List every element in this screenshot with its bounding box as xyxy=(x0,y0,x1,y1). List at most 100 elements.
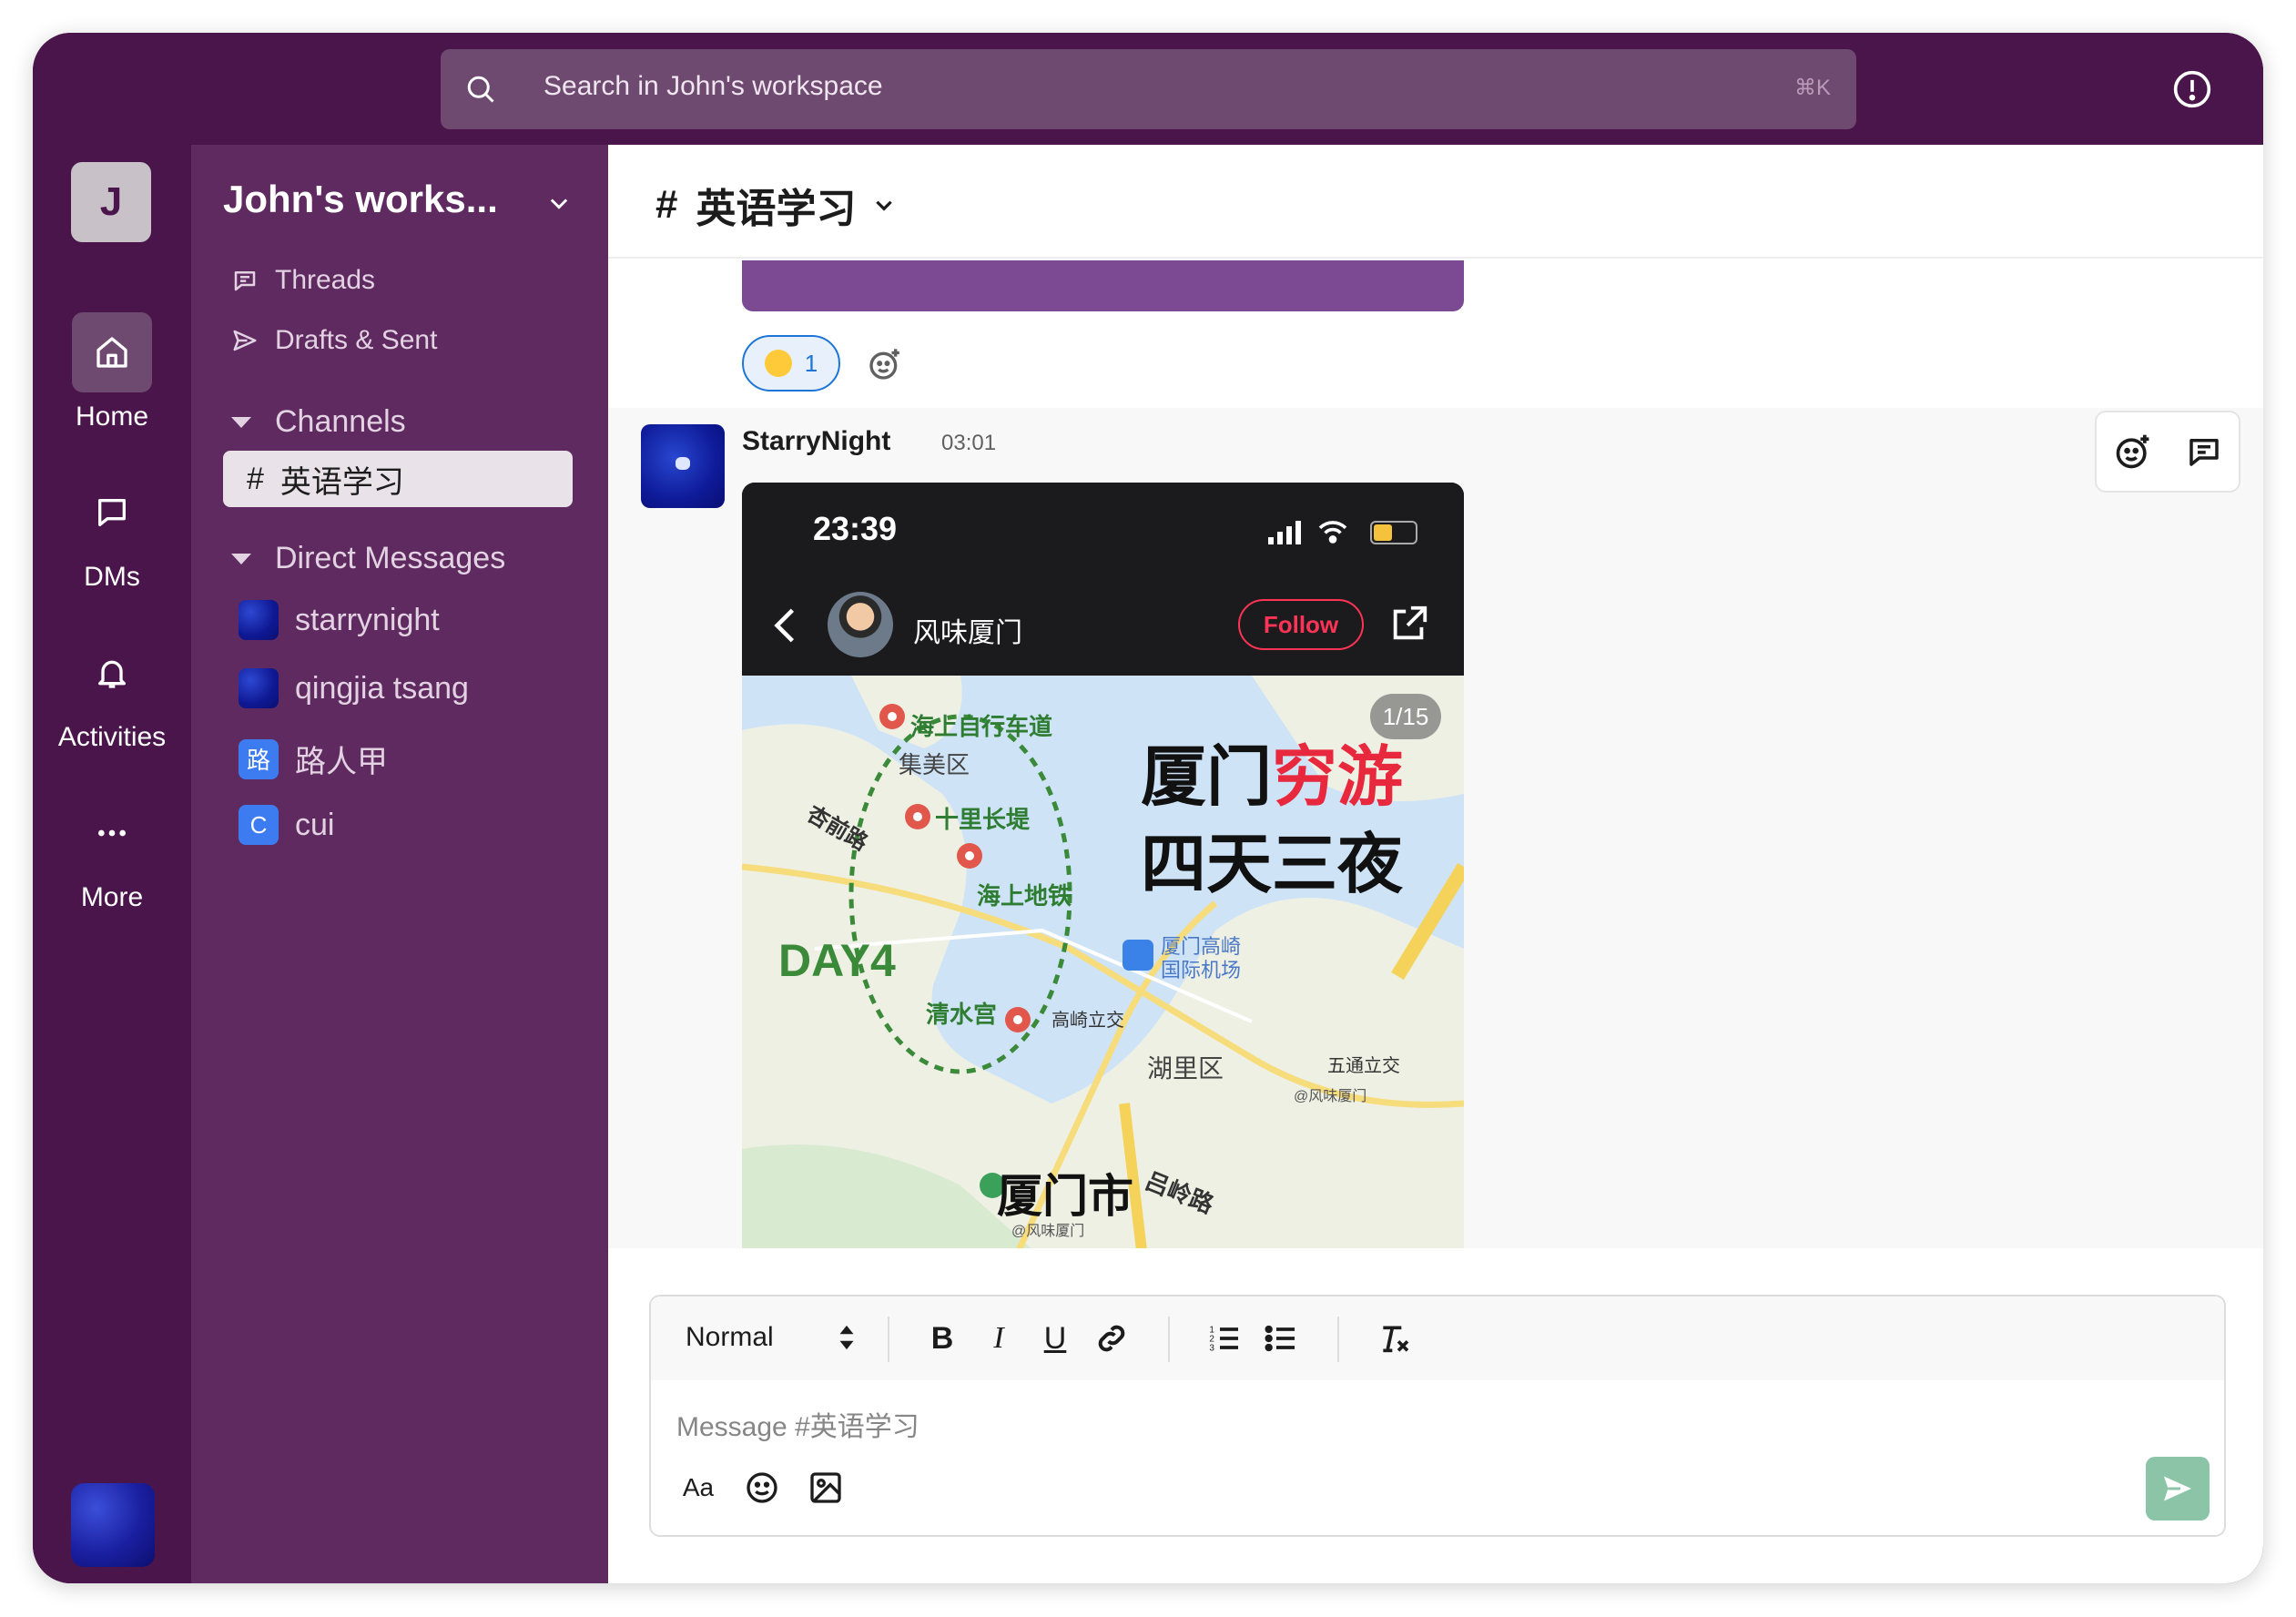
phone-nav-bar: 风味厦门 Follow xyxy=(742,574,1464,676)
reaction-pill[interactable]: 1 xyxy=(742,335,840,392)
underline-button[interactable]: U xyxy=(1037,1320,1073,1357)
user-avatar[interactable] xyxy=(71,1483,155,1567)
dm-item-qingjia[interactable]: qingjia tsang xyxy=(239,668,469,708)
rail-more[interactable]: More xyxy=(33,793,191,913)
dm-avatar: C xyxy=(239,805,279,845)
dm-name: 路人甲 xyxy=(295,745,388,779)
threads-icon xyxy=(234,271,256,291)
svg-text:3: 3 xyxy=(1209,1343,1214,1353)
dm-avatar xyxy=(239,600,279,640)
caret-down-icon xyxy=(231,416,251,428)
sidebar-channel-english[interactable]: # 英语学习 xyxy=(223,451,573,507)
ordered-list-icon[interactable]: 123 xyxy=(1206,1320,1243,1357)
dm-name: qingjia tsang xyxy=(295,670,469,706)
search-shortcut: ⌘K xyxy=(1793,76,1831,100)
back-arrow-icon xyxy=(774,608,795,643)
send-button[interactable] xyxy=(2146,1457,2210,1520)
help-icon[interactable] xyxy=(2172,69,2212,109)
link-icon[interactable] xyxy=(1093,1320,1130,1357)
channel-hash: # xyxy=(655,182,678,227)
drafts-label: Drafts & Sent xyxy=(275,325,438,355)
clear-format-icon[interactable] xyxy=(1376,1320,1412,1357)
wifi-icon xyxy=(1318,521,1347,544)
map-watermark: @风味厦门 xyxy=(1011,1224,1085,1239)
dm-name: cui xyxy=(295,807,335,842)
reply-thread-icon[interactable] xyxy=(2185,432,2223,471)
phone-status-bar: 23:39 xyxy=(742,483,1464,574)
map-label: 海上自行车道 xyxy=(910,713,1053,740)
map-image: 1/15 厦门穷游 四天三夜 DAY4 海上自行车道 集美区 杏前路 十里长堤 … xyxy=(742,676,1464,1248)
rail-home[interactable]: Home xyxy=(33,312,191,432)
map-label: 海上地铁 xyxy=(977,882,1072,910)
author-avatar[interactable] xyxy=(641,424,725,508)
send-icon xyxy=(233,330,257,351)
bullet-list-icon[interactable] xyxy=(1263,1320,1299,1357)
message-list: 1 StarryNight 03:01 23:39 风味厦门 Follow 1/… xyxy=(608,260,2263,1248)
share-icon xyxy=(1393,605,1427,640)
select-arrows-icon[interactable] xyxy=(838,1324,856,1351)
dm-name: starrynight xyxy=(295,602,440,637)
dm-item-lurenjia[interactable]: 路 路人甲 xyxy=(239,737,388,781)
workspace-badge[interactable]: J xyxy=(71,162,151,242)
dm-item-starrynight[interactable]: starrynight xyxy=(239,600,440,640)
chevron-down-icon[interactable] xyxy=(546,190,572,216)
dms-icon-box xyxy=(72,473,152,553)
reaction-count: 1 xyxy=(804,349,818,377)
sidebar: John's works... Threads Drafts & Sent Ch… xyxy=(191,145,608,1583)
rail-dms-label: DMs xyxy=(84,562,140,592)
heart-face-emoji-icon xyxy=(764,350,792,377)
search-bar[interactable]: Search in John's workspace ⌘K xyxy=(441,49,1856,129)
image-upload-icon[interactable] xyxy=(808,1470,844,1506)
message-row[interactable]: StarryNight 03:01 23:39 风味厦门 Follow 1/15… xyxy=(608,408,2263,1248)
app-window: Search in John's workspace ⌘K J Home DMs… xyxy=(33,33,2263,1583)
home-icon xyxy=(97,337,127,368)
channel-header: # 英语学习 xyxy=(608,145,2263,259)
send-icon xyxy=(2164,1476,2191,1501)
dm-avatar: 路 xyxy=(239,738,279,779)
map-label: 国际机场 xyxy=(1161,959,1242,981)
bold-button[interactable]: B xyxy=(924,1320,960,1357)
channel-title-text: 英语学习 xyxy=(696,187,857,231)
map-label: 高崎立交 xyxy=(1051,1011,1124,1031)
italic-button[interactable]: I xyxy=(980,1320,1017,1357)
activities-icon-box xyxy=(72,633,152,713)
rail-activities[interactable]: Activities xyxy=(33,633,191,753)
message-input[interactable]: Message #英语学习 xyxy=(676,1404,919,1444)
threads-label: Threads xyxy=(275,265,376,295)
add-reaction-icon[interactable] xyxy=(2113,432,2153,472)
bell-icon xyxy=(98,660,126,688)
map-day-label: DAY4 xyxy=(778,935,896,986)
map-label: 清水宫 xyxy=(926,1001,998,1028)
phone-time: 23:39 xyxy=(813,510,898,547)
text-style-button[interactable]: Aa xyxy=(680,1470,716,1506)
text-format-select[interactable]: Normal xyxy=(686,1322,774,1353)
search-placeholder: Search in John's workspace xyxy=(544,71,883,101)
message-author[interactable]: StarryNight xyxy=(742,426,890,457)
channels-section-header[interactable]: Channels xyxy=(231,404,406,440)
dms-section-header[interactable]: Direct Messages xyxy=(231,541,505,576)
sidebar-item-drafts[interactable]: Drafts & Sent xyxy=(231,325,437,356)
channel-title[interactable]: # 英语学习 xyxy=(655,176,896,234)
channel-name: 英语学习 xyxy=(279,464,404,500)
rail-home-label: Home xyxy=(75,402,149,432)
sidebar-item-threads[interactable]: Threads xyxy=(231,265,375,296)
map-city-label: 厦门市 xyxy=(997,1171,1133,1222)
hash-icon: # xyxy=(247,461,264,496)
image-attachment[interactable]: 23:39 风味厦门 Follow 1/15 厦门穷游 四天三夜 DAY4 海上… xyxy=(742,483,1464,1248)
format-toolbar: Normal B I U 123 xyxy=(651,1297,2224,1380)
dm-avatar xyxy=(239,668,279,708)
emoji-icon[interactable] xyxy=(744,1470,780,1506)
search-icon xyxy=(467,76,494,103)
message-time: 03:01 xyxy=(941,431,997,455)
rail-dms[interactable]: DMs xyxy=(33,473,191,593)
add-reaction-icon[interactable] xyxy=(867,346,903,382)
caret-down-icon xyxy=(231,553,251,564)
dms-header-label: Direct Messages xyxy=(275,541,506,575)
account-avatar xyxy=(828,592,893,657)
dm-item-cui[interactable]: C cui xyxy=(239,805,334,845)
previous-attachment[interactable] xyxy=(742,260,1464,311)
map-title: 厦门穷游 xyxy=(1141,741,1404,814)
signal-icon xyxy=(1268,521,1301,544)
workspace-name[interactable]: John's works... xyxy=(223,178,498,221)
battery-icon xyxy=(1370,521,1417,544)
